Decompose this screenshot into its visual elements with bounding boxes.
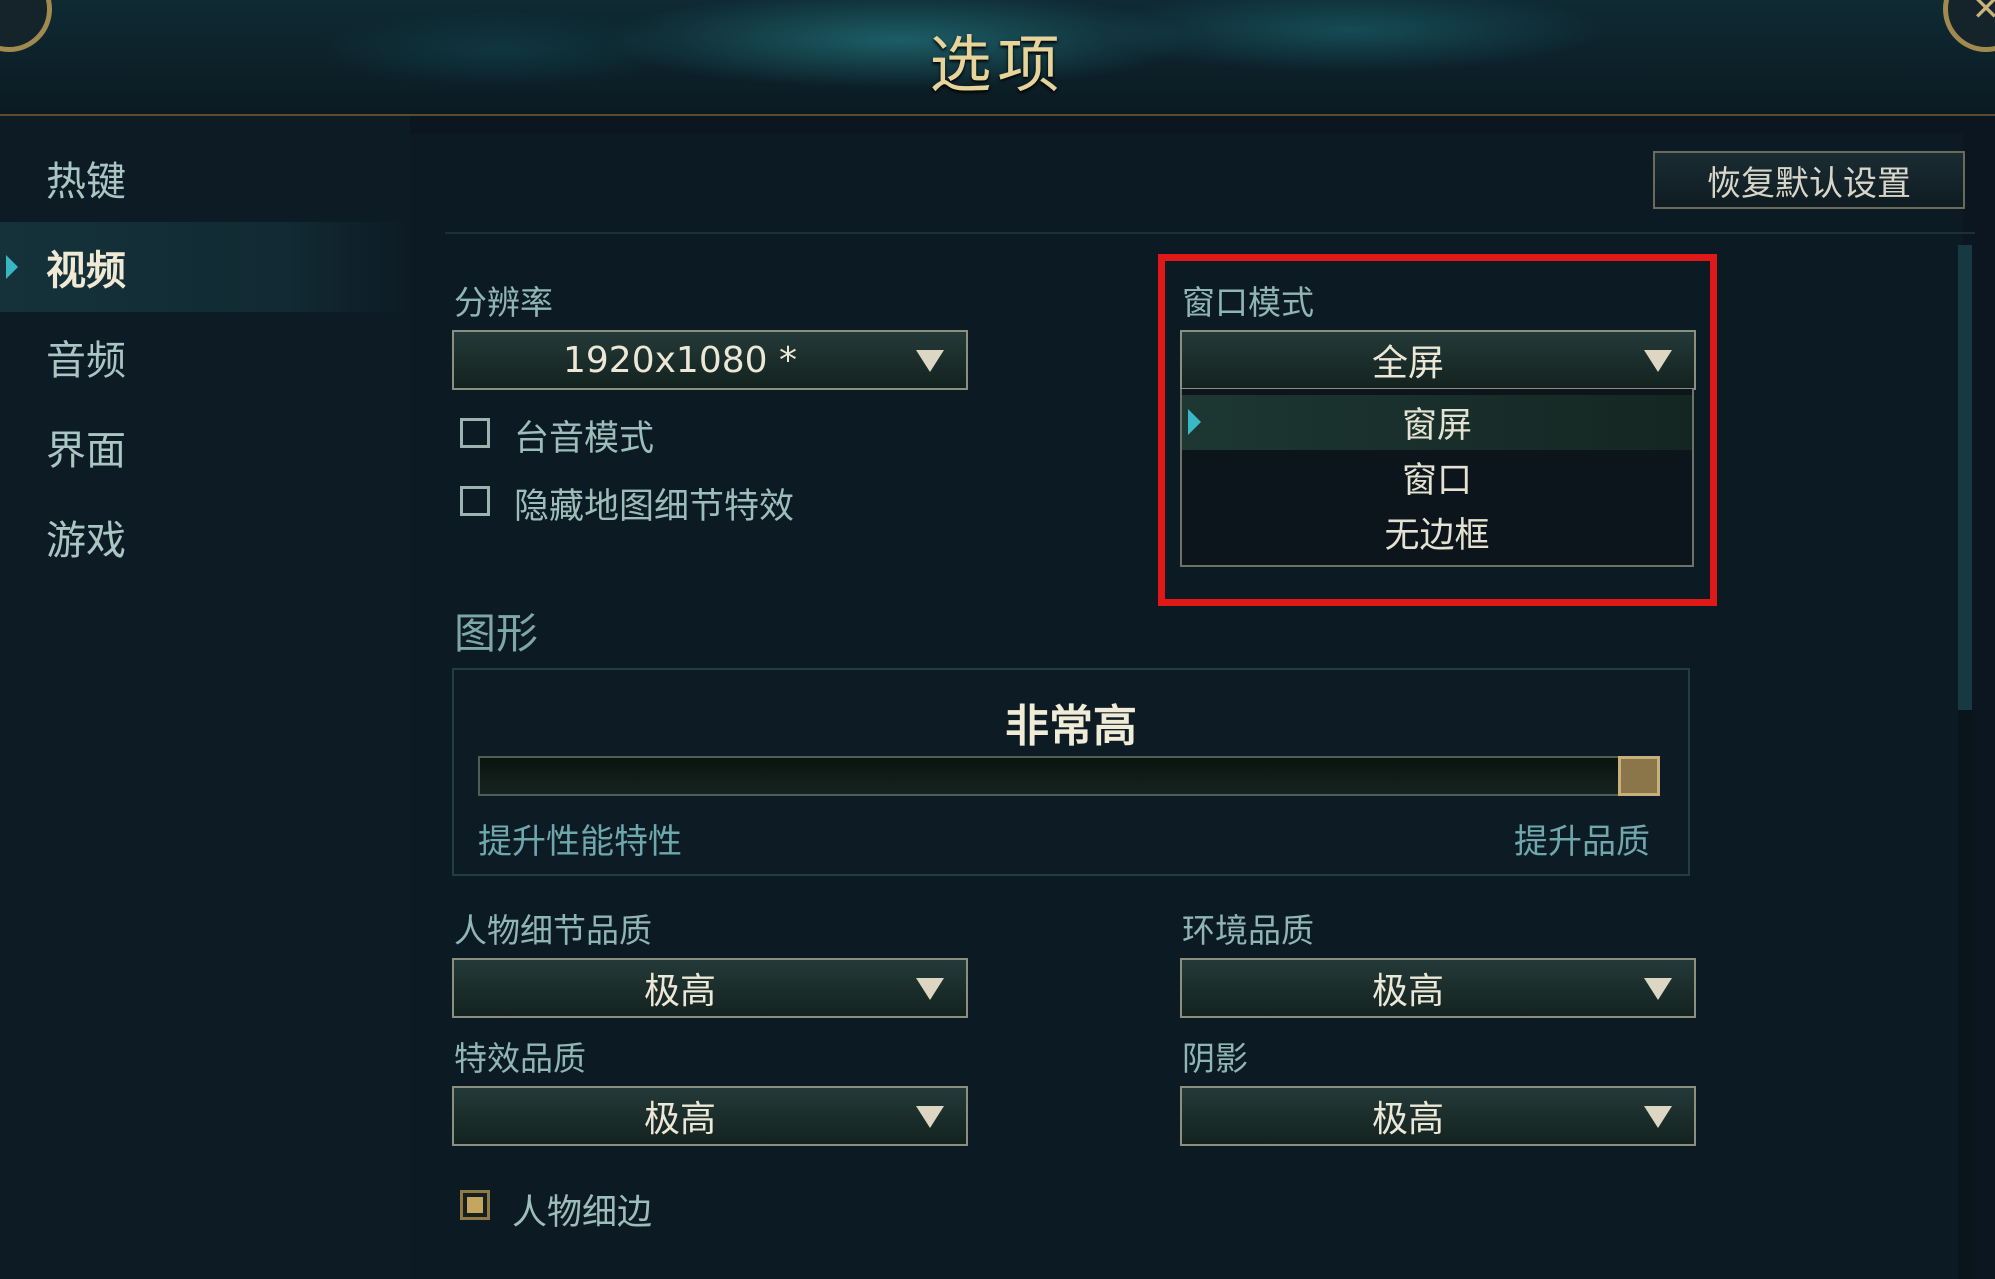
character-quality-dropdown[interactable]: 极高 [452,958,968,1018]
sidebar-item-video[interactable]: 视频 [0,222,410,312]
active-indicator-icon [6,255,18,279]
sidebar-item-game[interactable]: 游戏 [0,492,410,582]
hide-map-effects-checkbox[interactable] [460,486,490,516]
character-quality-label: 人物细节品质 [454,911,652,950]
title-bar: 选项 ✕ [0,0,1995,116]
graphics-section-title: 图形 [454,609,539,658]
sidebar-item-label: 界面 [46,428,126,474]
effects-quality-dropdown[interactable]: 极高 [452,1086,968,1146]
reset-defaults-button[interactable]: 恢复默认设置 [1653,151,1965,209]
hide-map-effects-label: 隐藏地图细节特效 [514,487,795,527]
chevron-down-icon [916,1106,944,1128]
annotation-highlight-box [1158,254,1717,606]
graphics-quality-value: 非常高 [1005,701,1137,752]
performance-label: 提升性能特性 [478,822,682,862]
chevron-down-icon [1644,978,1672,1000]
voice-mode-label: 台音模式 [514,419,655,459]
shadows-dropdown[interactable]: 极高 [1180,1086,1696,1146]
environment-quality-value: 极高 [1371,971,1444,1012]
resolution-value: 1920x1080 * [563,339,797,381]
sidebar-item-label: 音频 [46,338,126,384]
effects-quality-value: 极高 [643,1099,716,1140]
sidebar-item-interface[interactable]: 界面 [0,402,410,492]
chevron-down-icon [916,978,944,1000]
resolution-label: 分辨率 [454,283,553,322]
window-title: 选项 [929,28,1066,101]
shadows-value: 极高 [1371,1099,1444,1140]
graphics-quality-slider[interactable] [478,756,1660,796]
sidebar-item-label: 热键 [46,159,126,205]
resolution-dropdown[interactable]: 1920x1080 * [452,330,968,390]
close-icon: ✕ [1971,0,1995,29]
voice-mode-checkbox[interactable] [460,418,490,448]
sidebar-item-label: 视频 [46,248,126,294]
character-outline-label: 人物细边 [512,1193,653,1233]
quality-label: 提升品质 [1514,822,1650,862]
scrollbar-thumb[interactable] [1958,245,1972,710]
sidebar-item-hotkeys[interactable]: 热键 [0,133,410,223]
sidebar-item-audio[interactable]: 音频 [0,312,410,402]
environment-quality-dropdown[interactable]: 极高 [1180,958,1696,1018]
divider [445,232,1975,234]
character-quality-value: 极高 [643,971,716,1012]
sidebar-item-label: 游戏 [46,518,126,564]
chevron-down-icon [916,350,944,372]
chevron-down-icon [1644,1106,1672,1128]
character-outline-checkbox[interactable] [460,1190,490,1220]
environment-quality-label: 环境品质 [1182,911,1314,950]
effects-quality-label: 特效品质 [454,1039,586,1078]
slider-handle[interactable] [1618,756,1660,796]
shadows-label: 阴影 [1182,1039,1248,1078]
